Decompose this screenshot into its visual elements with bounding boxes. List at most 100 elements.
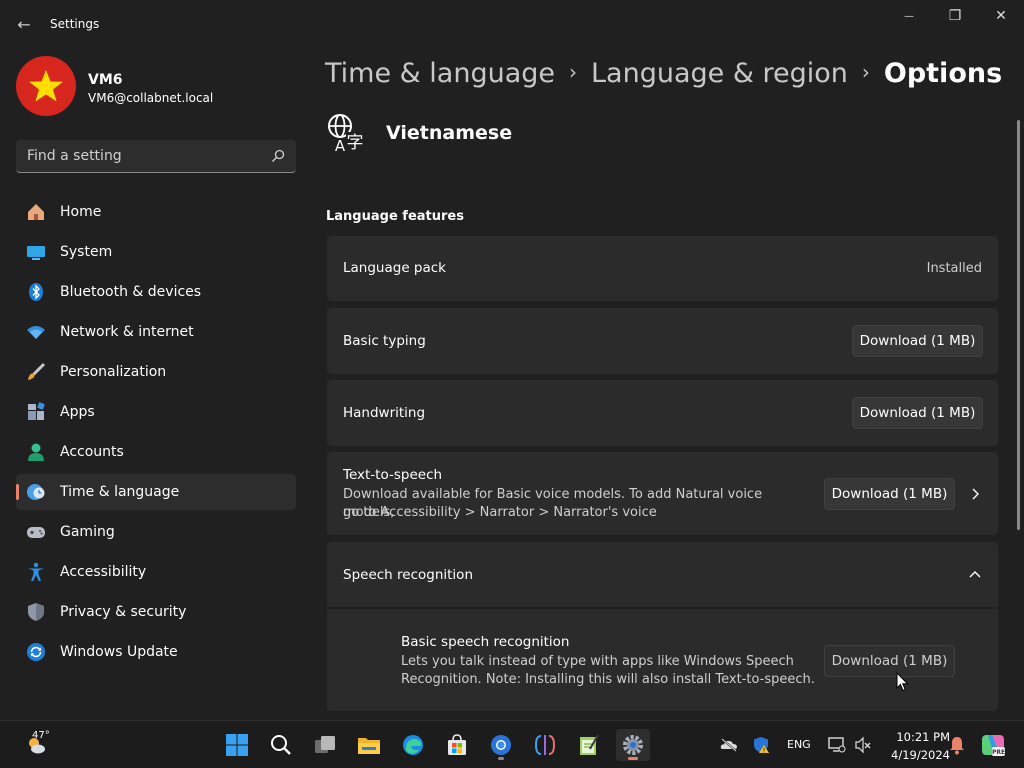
breadcrumb-separator: › <box>861 60 870 84</box>
active-indicator <box>628 757 638 760</box>
sidebar-item-accounts[interactable]: Accounts <box>16 434 296 470</box>
running-indicator <box>498 757 504 760</box>
weather-temperature: 47° <box>32 730 50 741</box>
search-icon <box>271 735 291 755</box>
sidebar-item-label: System <box>60 244 113 260</box>
minimize-button[interactable]: — <box>886 0 932 32</box>
breadcrumb-language-region[interactable]: Language & region <box>591 58 848 89</box>
sidebar-item-apps[interactable]: Apps <box>16 394 296 430</box>
search-icon <box>272 149 285 162</box>
chrome-button[interactable] <box>484 729 518 761</box>
sidebar-item-personalization[interactable]: Personalization <box>16 354 296 390</box>
taskbar-search-button[interactable] <box>264 729 298 761</box>
basic-speech-title: Basic speech recognition <box>401 634 570 650</box>
onedrive-offline-icon[interactable] <box>720 737 738 753</box>
breadcrumb-separator: › <box>569 60 578 84</box>
basic-speech-description-line2: Recognition. Note: Installing this will … <box>401 672 815 687</box>
back-button[interactable]: ← <box>8 8 40 40</box>
time-language-icon <box>25 481 47 503</box>
clock-date[interactable]: 4/19/2024 <box>880 748 950 762</box>
sidebar-item-gaming[interactable]: Gaming <box>16 514 296 550</box>
sidebar-item-home[interactable]: Home <box>16 194 296 230</box>
sidebar-item-label: Bluetooth & devices <box>60 284 202 300</box>
task-view-icon <box>315 736 335 753</box>
sidebar-item-bluetooth[interactable]: Bluetooth & devices <box>16 274 296 310</box>
chevron-up-icon[interactable] <box>967 567 983 583</box>
brush-icon <box>25 361 47 383</box>
language-pack-status: Installed <box>926 261 982 276</box>
settings-icon <box>623 735 643 755</box>
text-to-speech-card[interactable]: Text-to-speech Download available for Ba… <box>327 452 998 535</box>
basic-speech-download-button[interactable]: Download (1 MB) <box>824 645 955 677</box>
edge-button[interactable] <box>396 729 430 761</box>
user-email: VM6@collabnet.local <box>88 91 214 105</box>
sidebar-item-label: Network & internet <box>60 324 194 340</box>
scrollbar[interactable] <box>1017 120 1020 530</box>
sidebar-item-privacy-security[interactable]: Privacy & security <box>16 594 296 630</box>
section-title: Language features <box>326 209 464 224</box>
svg-text:PRE: PRE <box>992 749 1005 756</box>
accessibility-icon <box>25 561 47 583</box>
sidebar: VM6 VM6@collabnet.local Find a setting H… <box>0 48 310 720</box>
tts-description-line2: go to Accessibility > Narrator > Narrato… <box>343 505 657 520</box>
chrome-icon <box>491 735 511 755</box>
sidebar-item-label: Home <box>60 204 102 220</box>
task-view-button[interactable] <box>308 729 342 761</box>
page-title: Options <box>883 58 1003 89</box>
sidebar-item-label: Privacy & security <box>60 604 187 620</box>
weather-widget[interactable]: 47° <box>14 729 58 761</box>
speaker-muted-icon[interactable] <box>854 736 872 754</box>
language-icon: 字 A <box>328 114 364 154</box>
copilot-icon[interactable]: PRE <box>980 732 1006 758</box>
minimize-icon: — <box>904 10 914 22</box>
svg-text:字: 字 <box>347 133 364 153</box>
sidebar-item-network[interactable]: Network & internet <box>16 314 296 350</box>
clock-time[interactable]: 10:21 PM <box>880 730 950 744</box>
file-explorer-button[interactable] <box>352 729 386 761</box>
file-explorer-icon <box>358 738 380 754</box>
back-arrow-icon: ← <box>17 14 31 34</box>
taskbar: 47° ! ENG 10:21 PM 4/19/2024 PRE <box>0 720 1024 768</box>
basic-typing-download-button[interactable]: Download (1 MB) <box>852 325 983 357</box>
notification-bell-icon[interactable] <box>948 735 966 755</box>
speech-recognition-card[interactable]: Speech recognition <box>327 542 998 607</box>
sidebar-item-system[interactable]: System <box>16 234 296 270</box>
tts-title: Text-to-speech <box>343 467 443 483</box>
store-button[interactable] <box>440 729 474 761</box>
language-name: Vietnamese <box>386 122 513 144</box>
search-input[interactable]: Find a setting <box>16 140 296 173</box>
start-button[interactable] <box>220 729 254 761</box>
basic-speech-recognition-card: Basic speech recognition Lets you talk i… <box>327 609 998 711</box>
notepad-button[interactable] <box>572 729 606 761</box>
handwriting-download-button[interactable]: Download (1 MB) <box>852 397 983 429</box>
maximize-button[interactable]: ❐ <box>932 0 978 32</box>
start-icon <box>226 734 248 756</box>
update-icon <box>25 641 47 663</box>
breadcrumb: Time & language › Language & region › Option… <box>325 58 1002 89</box>
star-icon <box>29 70 63 102</box>
avatar[interactable] <box>16 56 76 116</box>
svg-text:!: ! <box>763 747 766 755</box>
gaming-icon <box>25 521 47 543</box>
shield-icon <box>25 601 47 623</box>
settings-button[interactable] <box>616 729 650 761</box>
user-name: VM6 <box>88 72 123 88</box>
language-header: 字 A Vietnamese <box>326 112 512 154</box>
sidebar-item-label: Personalization <box>60 364 167 380</box>
handwriting-card: Handwriting Download (1 MB) <box>327 380 998 446</box>
tts-download-button[interactable]: Download (1 MB) <box>824 478 955 510</box>
sidebar-item-time-language[interactable]: Time & language <box>16 474 296 510</box>
search-placeholder: Find a setting <box>27 148 122 164</box>
close-button[interactable]: ✕ <box>978 0 1024 32</box>
vscode-button[interactable] <box>528 729 562 761</box>
input-language-indicator[interactable]: ENG <box>787 738 811 751</box>
defender-shield-icon[interactable]: ! <box>752 736 770 754</box>
breadcrumb-time-language[interactable]: Time & language <box>325 58 555 89</box>
title-bar: ← Settings — ❐ ✕ <box>0 0 1024 48</box>
basic-speech-description-line1: Lets you talk instead of type with apps … <box>401 654 794 669</box>
network-status-icon[interactable] <box>828 736 846 754</box>
restore-icon: ❐ <box>948 8 962 24</box>
sidebar-item-windows-update[interactable]: Windows Update <box>16 634 296 670</box>
basic-typing-title: Basic typing <box>343 333 426 349</box>
sidebar-item-accessibility[interactable]: Accessibility <box>16 554 296 590</box>
